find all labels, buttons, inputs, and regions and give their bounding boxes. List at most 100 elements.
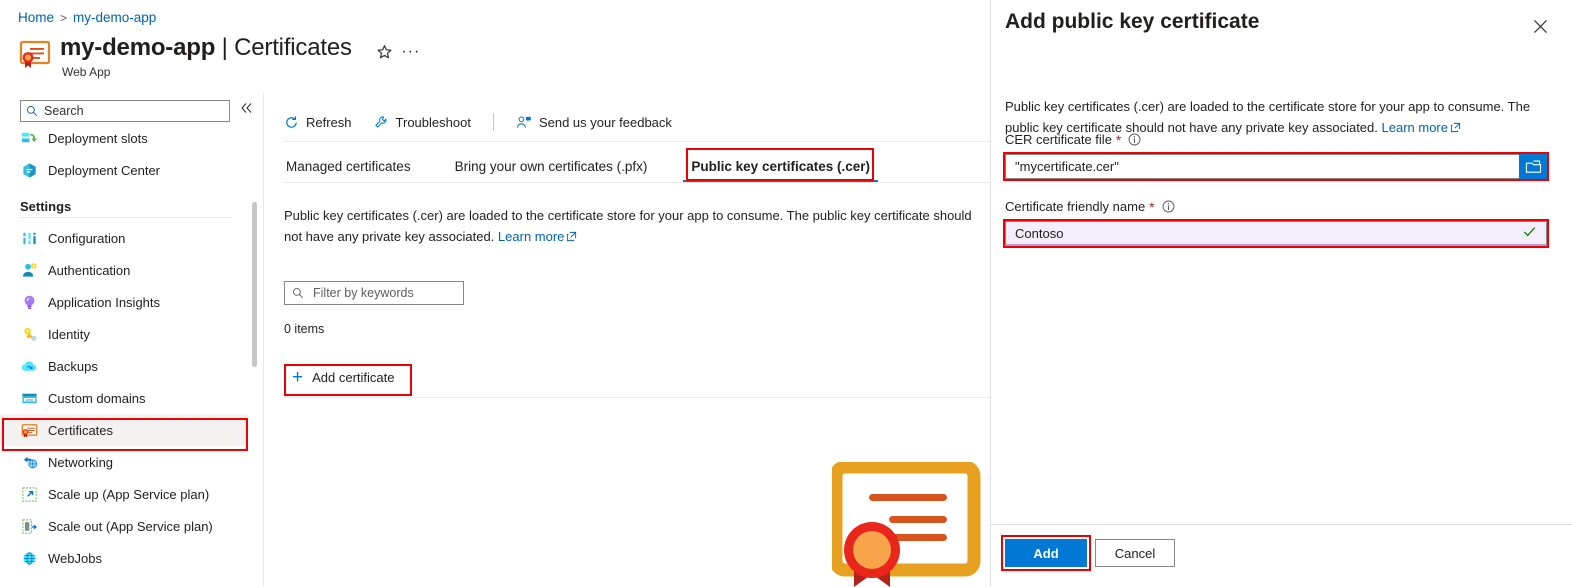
- sidebar-item-networking[interactable]: Networking: [0, 446, 248, 478]
- svg-text:www: www: [25, 397, 33, 401]
- search-placeholder: Search: [44, 104, 84, 118]
- refresh-label: Refresh: [306, 114, 352, 130]
- wrench-icon: [374, 115, 389, 130]
- feedback-label: Send us your feedback: [538, 114, 672, 130]
- sidebar-item-label: Authentication: [48, 262, 131, 278]
- info-icon[interactable]: [1162, 200, 1175, 213]
- sidebar-scrollbar-thumb[interactable]: [252, 202, 257, 367]
- tab-public-key-certificates[interactable]: Public key certificates (.cer): [683, 155, 878, 182]
- search-icon: [26, 105, 37, 116]
- add-certificate-button[interactable]: + Add certificate: [292, 368, 394, 387]
- sidebar-item-label: Networking: [48, 454, 114, 470]
- deployment-center-icon: [20, 161, 38, 179]
- sidebar-section-settings: Settings: [20, 199, 72, 214]
- command-bar-divider: [284, 141, 990, 142]
- authentication-icon: [20, 261, 38, 279]
- page-title-blade: Certificates: [234, 34, 352, 61]
- learn-more-link[interactable]: Learn more: [498, 229, 564, 244]
- certificate-tabs: Managed certificates Bring your own cert…: [284, 150, 912, 182]
- refresh-button[interactable]: Refresh: [284, 115, 352, 130]
- azure-portal-screen: Home > my-demo-app my-demo-app | Certifica…: [0, 0, 1572, 587]
- page-title-resource: my-demo-app: [60, 34, 216, 61]
- feedback-button[interactable]: Send us your feedback: [516, 115, 672, 130]
- sidebar-item-label: Scale up (App Service plan): [48, 486, 210, 502]
- blade-description-text: Public key certificates (.cer) are loade…: [284, 208, 972, 244]
- sidebar-scrollbar[interactable]: [252, 122, 257, 587]
- person-feedback-icon: [516, 115, 532, 130]
- scale-up-icon: [20, 485, 38, 503]
- backups-cloud-icon: [20, 357, 38, 375]
- sidebar-item-identity[interactable]: Identity: [0, 318, 248, 350]
- double-chevron-left-icon[interactable]: [240, 102, 254, 117]
- cer-file-label-row: CER certificate file *: [1005, 132, 1141, 147]
- external-link-icon: [1450, 118, 1461, 139]
- configuration-icon: [20, 229, 38, 247]
- certificate-icon: [18, 38, 52, 70]
- close-icon[interactable]: [1528, 14, 1552, 38]
- sidebar-item-backups[interactable]: Backups: [0, 350, 248, 382]
- friendly-name-input[interactable]: Contoso: [1005, 221, 1547, 246]
- filter-input[interactable]: Filter by keywords: [284, 281, 464, 305]
- sidebar-item-scale-out[interactable]: Scale out (App Service plan): [0, 510, 248, 542]
- page-header: my-demo-app | Certificates Web App ···: [18, 34, 424, 79]
- sidebar-item-label: Custom domains: [48, 390, 146, 406]
- application-insights-icon: [20, 293, 38, 311]
- troubleshoot-label: Troubleshoot: [395, 114, 471, 130]
- sidebar-item-configuration[interactable]: Configuration: [0, 222, 248, 254]
- ellipsis-icon[interactable]: ···: [398, 40, 424, 64]
- breadcrumb-current[interactable]: my-demo-app: [73, 10, 156, 25]
- sidebar-item-label: Scale out (App Service plan): [48, 518, 213, 534]
- certificate-icon: [20, 421, 38, 439]
- friendly-name-label: Certificate friendly name: [1005, 199, 1146, 214]
- sidebar-item-scale-up[interactable]: Scale up (App Service plan): [0, 478, 248, 510]
- tab-bring-your-own-certificates[interactable]: Bring your own certificates (.pfx): [453, 155, 650, 182]
- page-title-separator: |: [215, 34, 235, 61]
- search-input[interactable]: Search: [20, 100, 230, 122]
- sidebar-item-label: Certificates: [48, 422, 114, 438]
- friendly-name-required-marker: *: [1149, 198, 1155, 215]
- networking-icon: [20, 453, 38, 471]
- info-icon[interactable]: [1128, 133, 1141, 146]
- folder-open-icon[interactable]: [1519, 154, 1547, 179]
- cer-file-input-wrapper[interactable]: "mycertificate.cer": [1003, 152, 1549, 181]
- search-icon: [292, 287, 303, 298]
- breadcrumb-home[interactable]: Home: [18, 10, 54, 25]
- sidebar-search[interactable]: Search: [20, 100, 230, 122]
- cer-file-input[interactable]: "mycertificate.cer": [1005, 154, 1519, 179]
- command-separator: [492, 113, 494, 131]
- sidebar-item-label: Backups: [48, 358, 98, 374]
- breadcrumb: Home > my-demo-app: [18, 10, 156, 25]
- tab-managed-certificates[interactable]: Managed certificates: [284, 155, 413, 182]
- sidebar-divider: [20, 217, 232, 218]
- panel-footer-divider: [991, 524, 1572, 525]
- refresh-icon: [284, 115, 299, 130]
- sidebar-item-deployment-center[interactable]: Deployment Center: [0, 154, 248, 186]
- blade-description: Public key certificates (.cer) are loade…: [284, 205, 984, 248]
- sidebar-item-custom-domains[interactable]: www Custom domains: [0, 382, 248, 414]
- add-button[interactable]: Add: [1005, 539, 1087, 567]
- add-certificate-label: Add certificate: [312, 370, 395, 385]
- friendly-name-input-wrapper[interactable]: Contoso: [1003, 219, 1549, 248]
- sidebar-item-webjobs[interactable]: WebJobs: [0, 542, 248, 574]
- friendly-name-value: Contoso: [1015, 225, 1064, 241]
- cer-file-label: CER certificate file: [1005, 132, 1112, 147]
- sidebar-item-deployment-slots[interactable]: Deployment slots: [0, 122, 248, 154]
- sidebar-item-certificates[interactable]: Certificates: [0, 414, 248, 446]
- sidebar-item-application-insights[interactable]: Application Insights: [0, 286, 248, 318]
- sidebar-item-authentication[interactable]: Authentication: [0, 254, 248, 286]
- star-icon[interactable]: [372, 40, 398, 64]
- cancel-button[interactable]: Cancel: [1095, 539, 1175, 567]
- tabs-divider: [284, 182, 990, 183]
- panel-learn-more-link[interactable]: Learn more: [1382, 120, 1448, 135]
- filter-placeholder: Filter by keywords: [313, 286, 414, 300]
- sidebar-item-label: Deployment Center: [48, 162, 160, 178]
- sidebar-item-label: WebJobs: [48, 550, 102, 566]
- item-count: 0 items: [284, 322, 325, 336]
- certificates-blade: Home > my-demo-app my-demo-app | Certifica…: [0, 0, 990, 587]
- blade-divider: [263, 92, 264, 587]
- custom-domains-icon: www: [20, 389, 38, 407]
- list-divider: [284, 397, 990, 398]
- troubleshoot-button[interactable]: Troubleshoot: [374, 115, 471, 130]
- plus-icon: +: [292, 367, 304, 388]
- cer-file-required-marker: *: [1115, 131, 1122, 148]
